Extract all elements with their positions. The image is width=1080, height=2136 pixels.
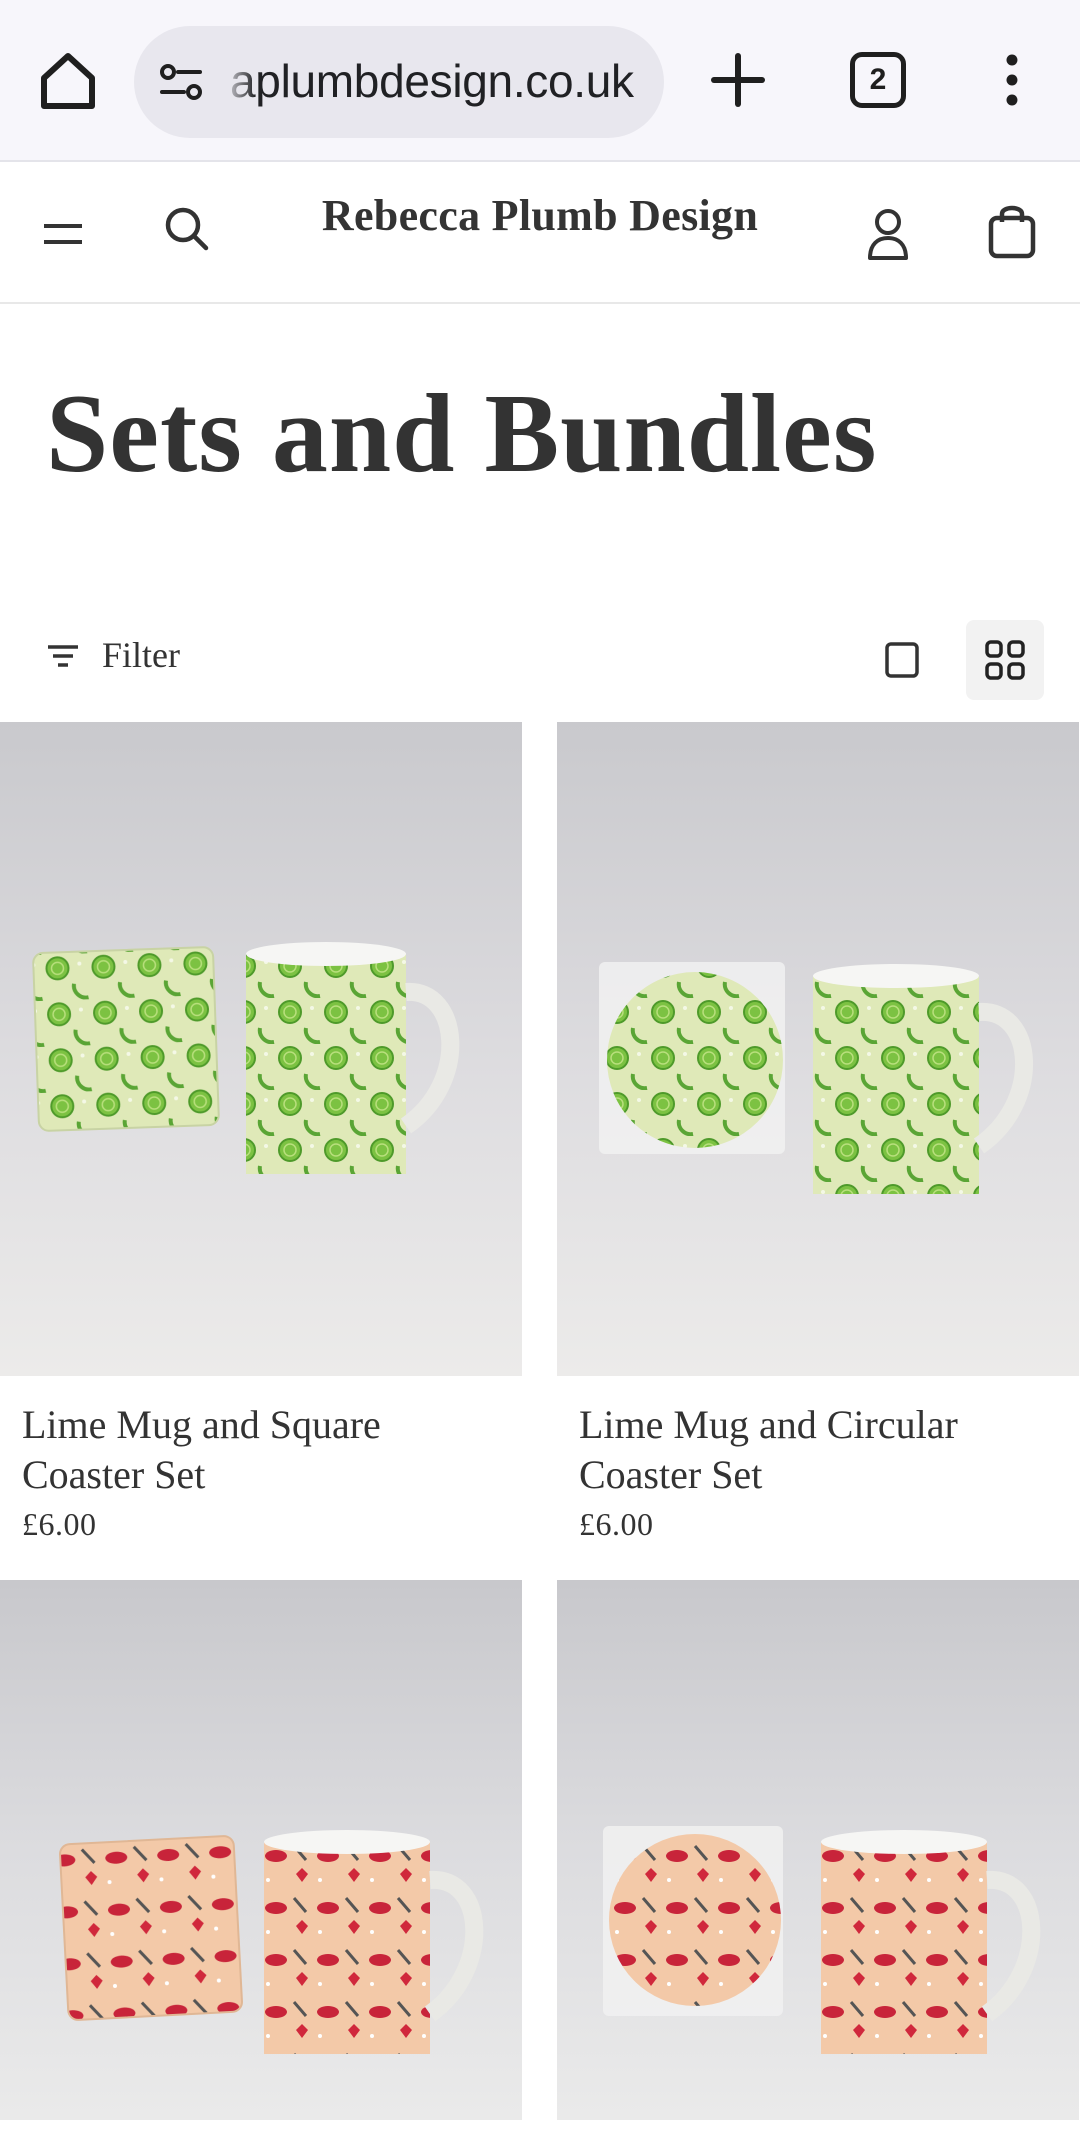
plus-icon[interactable] bbox=[706, 48, 770, 112]
single-view-icon[interactable] bbox=[870, 620, 934, 700]
tabs-icon[interactable]: 2 bbox=[846, 48, 910, 112]
home-icon[interactable] bbox=[36, 48, 100, 112]
site-info-icon[interactable] bbox=[156, 58, 206, 108]
account-icon[interactable] bbox=[856, 194, 926, 274]
cart-icon[interactable] bbox=[978, 192, 1048, 272]
tab-count: 2 bbox=[850, 52, 906, 108]
filter-icon bbox=[48, 645, 78, 667]
filter-label: Filter bbox=[102, 635, 180, 675]
address-bar[interactable]: aplumbdesign.co.uk bbox=[134, 26, 664, 138]
product-price: £6.00 bbox=[22, 1506, 97, 1542]
page-title: Sets and Bundles bbox=[46, 372, 878, 496]
product-price: £6.00 bbox=[579, 1506, 654, 1542]
browser-toolbar: aplumbdesign.co.uk 2 bbox=[0, 0, 1080, 162]
grid-view-icon[interactable] bbox=[966, 620, 1044, 700]
product-image[interactable] bbox=[0, 1580, 522, 2136]
product-image[interactable] bbox=[557, 1580, 1079, 2136]
product-image[interactable] bbox=[0, 722, 522, 1376]
url-fade bbox=[222, 26, 256, 138]
store-header: Rebecca Plumb Design bbox=[0, 164, 1080, 304]
more-vert-icon[interactable] bbox=[980, 48, 1044, 112]
product-title[interactable]: Lime Mug and Circular Coaster Set bbox=[579, 1400, 1059, 1500]
url-text: aplumbdesign.co.uk bbox=[230, 55, 634, 107]
product-image[interactable] bbox=[557, 722, 1079, 1376]
product-title[interactable]: Lime Mug and Square Coaster Set bbox=[22, 1400, 502, 1500]
filter-button[interactable]: Filter bbox=[40, 620, 180, 690]
